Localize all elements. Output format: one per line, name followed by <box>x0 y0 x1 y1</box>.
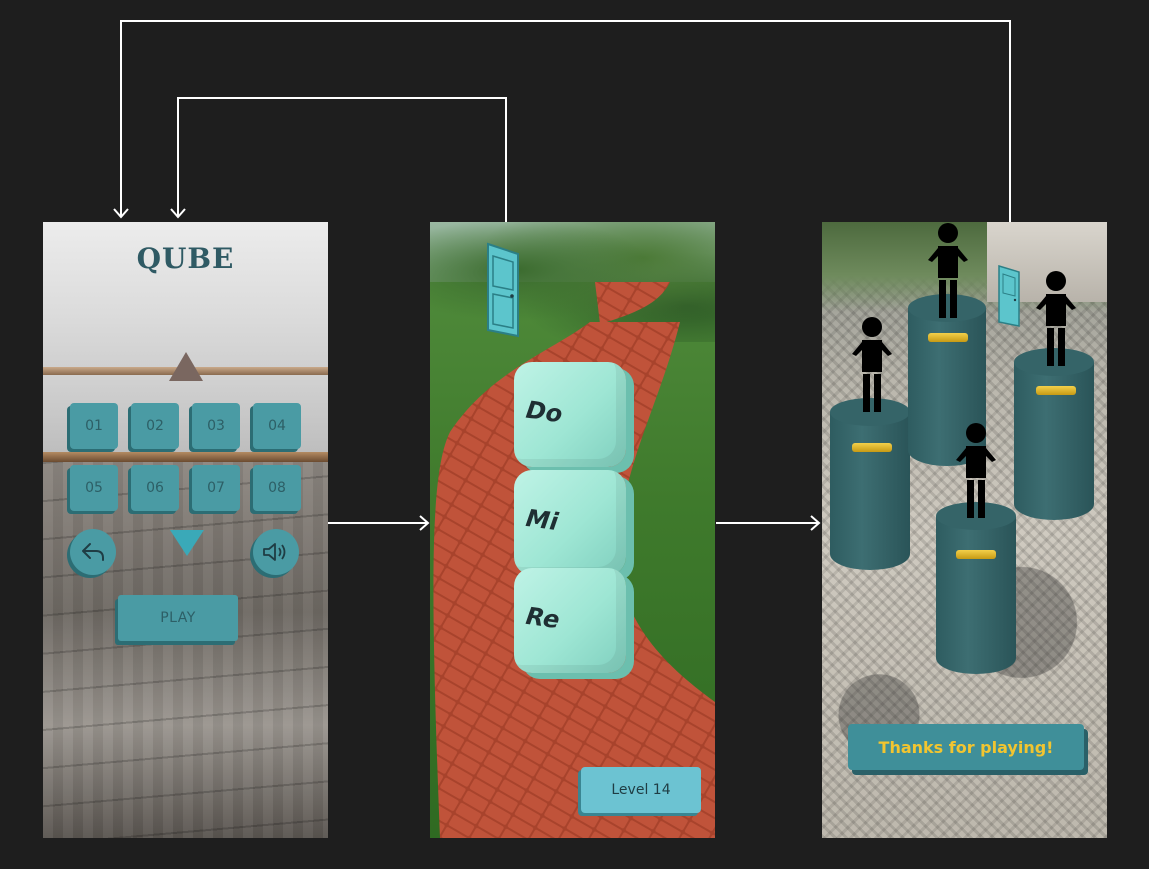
baseboard <box>43 452 328 462</box>
gold-plaque <box>928 333 968 342</box>
door-icon[interactable] <box>484 240 524 340</box>
person-icon <box>956 423 996 518</box>
level-indicator: Level 14 <box>581 767 701 813</box>
level-button-03[interactable]: 03 <box>192 403 240 449</box>
thanks-banner[interactable]: Thanks for playing! <box>848 724 1084 770</box>
game-screen: Do Mi Re Level 14 <box>430 222 715 838</box>
menu-screen: QUBE 01 02 03 04 05 06 07 08 PLAY <box>43 222 328 838</box>
gold-plaque <box>852 443 892 452</box>
podium-left <box>830 398 910 570</box>
flow-arrow-game-to-menu <box>177 97 507 240</box>
game-title: QUBE <box>136 242 235 275</box>
sound-button[interactable] <box>253 529 299 575</box>
cube-label: Mi <box>524 503 560 537</box>
triangle-down-icon[interactable] <box>170 530 204 556</box>
level-button-06[interactable]: 06 <box>131 465 179 511</box>
level-button-07[interactable]: 07 <box>192 465 240 511</box>
speaker-icon <box>263 543 286 561</box>
person-icon <box>852 317 892 412</box>
end-screen: Thanks for playing! <box>822 222 1107 838</box>
door-icon[interactable] <box>997 264 1023 330</box>
level-button-01[interactable]: 01 <box>70 403 118 449</box>
podium-front <box>936 502 1016 674</box>
cube-label: Do <box>524 395 565 429</box>
play-button[interactable]: PLAY <box>118 595 238 641</box>
cube-label: Re <box>524 601 562 635</box>
person-icon <box>1036 271 1076 366</box>
note-cube-re[interactable]: Re <box>514 568 626 673</box>
wood-floor <box>43 462 328 838</box>
note-cube-mi[interactable]: Mi <box>514 470 626 575</box>
note-cube-do[interactable]: Do <box>514 362 626 467</box>
level-button-08[interactable]: 08 <box>253 465 301 511</box>
undo-arrow-icon <box>82 543 104 561</box>
gold-plaque <box>1036 386 1076 395</box>
person-icon <box>928 223 968 318</box>
level-button-02[interactable]: 02 <box>131 403 179 449</box>
back-button[interactable] <box>70 529 116 575</box>
gold-plaque <box>956 550 996 559</box>
level-button-05[interactable]: 05 <box>70 465 118 511</box>
triangle-up-icon[interactable] <box>169 352 203 381</box>
level-button-04[interactable]: 04 <box>253 403 301 449</box>
